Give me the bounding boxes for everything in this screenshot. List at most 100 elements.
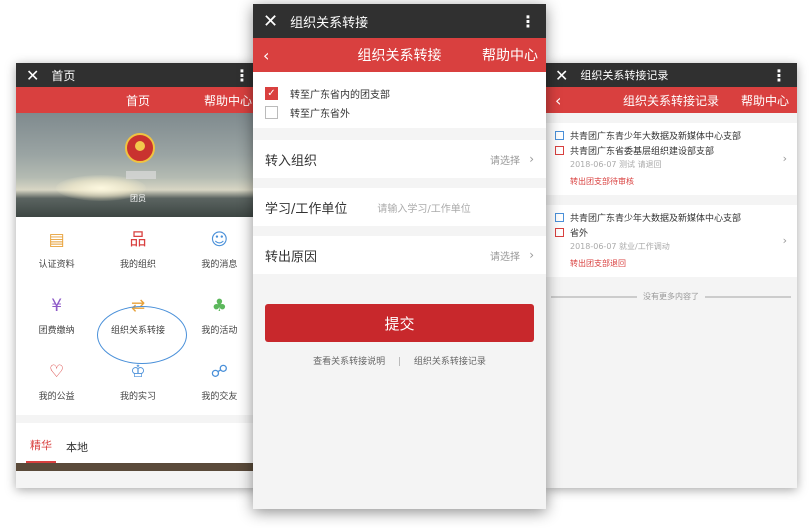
in-org-icon bbox=[555, 228, 564, 237]
youth-league-badge-icon bbox=[125, 133, 155, 163]
reason-select[interactable]: 转出原因 请选择 › bbox=[253, 236, 546, 274]
menu-item[interactable]: ¥ 团费缴纳 bbox=[16, 283, 97, 349]
more-icon[interactable]: ⋮ bbox=[771, 66, 787, 85]
field-label: 转出原因 bbox=[265, 249, 318, 265]
profile-banner: 团员 bbox=[16, 113, 260, 217]
window-titlebar: ✕ 组织关系转接 ⋮ bbox=[253, 4, 546, 38]
tab-local[interactable]: 本地 bbox=[62, 439, 92, 463]
nav-bar: 首页 帮助中心 bbox=[16, 87, 260, 113]
record-status: 转出团支部待审核 bbox=[570, 177, 634, 186]
chevron-right-icon: › bbox=[529, 152, 534, 166]
home-screen: ✕ 首页 ⋮ 首页 帮助中心 团员 ▤ 认证资料 品我的组织 ☺ 我的消息 ¥ 团费缴纳 ⇄ 组… bbox=[16, 63, 260, 488]
option-out-of-province[interactable]: 转至广东省外 bbox=[265, 103, 534, 122]
menu-item[interactable]: ♡ 我的公益 bbox=[16, 349, 97, 415]
graduate-icon: ♔ bbox=[130, 361, 146, 382]
record-status: 转出团支部退回 bbox=[570, 259, 626, 268]
menu-item-label: 我的公益 bbox=[38, 391, 75, 402]
from-org-line: 共青团广东青少年大数据及新媒体中心支部 bbox=[555, 129, 787, 142]
destination-options: ✓ 转至广东省内的团支部 转至广东省外 bbox=[253, 72, 546, 128]
member-role: 团员 bbox=[130, 194, 146, 203]
window-title: 首页 bbox=[51, 68, 76, 83]
footer-links: 查看关系转接说明 | 组织关系转接记录 bbox=[253, 354, 546, 367]
menu-item[interactable]: ⇄ 组织关系转接 bbox=[97, 283, 178, 349]
menu-item[interactable]: ♔ 我的实习 bbox=[97, 349, 178, 415]
close-icon[interactable]: ✕ bbox=[263, 11, 278, 32]
from-org: 共青团广东青少年大数据及新媒体中心支部 bbox=[570, 132, 742, 142]
org-chart-icon: 品 bbox=[129, 229, 147, 250]
to-org-line: 省外 bbox=[555, 226, 787, 239]
out-org-icon bbox=[555, 213, 564, 222]
menu-item[interactable]: 品我的组织 bbox=[97, 217, 178, 283]
menu-item[interactable]: ☺ 我的消息 bbox=[179, 217, 260, 283]
window-titlebar: ✕ 组织关系转接记录 ⋮ bbox=[545, 63, 797, 87]
close-icon[interactable]: ✕ bbox=[555, 66, 568, 85]
more-icon[interactable]: ⋮ bbox=[520, 12, 536, 31]
function-grid: ▤ 认证资料 品我的组织 ☺ 我的消息 ¥ 团费缴纳 ⇄ 组织关系转接 ♣ 我的活动 ♡ 我的公益 ♔ 我的… bbox=[16, 217, 260, 415]
no-more-content: 没有更多内容了 bbox=[545, 291, 797, 302]
window-title: 组织关系转接记录 bbox=[580, 69, 669, 82]
window-titlebar: ✕ 首页 ⋮ bbox=[16, 63, 260, 87]
heart-icon: ♡ bbox=[49, 361, 65, 382]
transfer-screen: ✕ 组织关系转接 ⋮ ‹ 组织关系转接 帮助中心 ✓ 转至广东省内的团支部 转至… bbox=[253, 4, 546, 509]
chevron-right-icon: › bbox=[782, 233, 787, 247]
divider-line bbox=[551, 295, 637, 298]
field-label: 转入组织 bbox=[265, 153, 318, 169]
friends-icon: ☍ bbox=[210, 361, 228, 382]
record-meta: 2018-06-07 就业/工作调动 bbox=[570, 242, 670, 251]
no-more-text: 没有更多内容了 bbox=[643, 292, 699, 301]
to-org: 共青团广东省委基层组织建设部支部 bbox=[570, 147, 715, 157]
transfer-records-link[interactable]: 组织关系转接记录 bbox=[414, 357, 486, 367]
transfer-instructions-link[interactable]: 查看关系转接说明 bbox=[313, 357, 385, 367]
nav-bar: ‹ 组织关系转接记录 帮助中心 bbox=[545, 87, 797, 113]
menu-item[interactable]: ♣ 我的活动 bbox=[179, 283, 260, 349]
option-in-province[interactable]: ✓ 转至广东省内的团支部 bbox=[265, 84, 534, 103]
field-label: 学习/工作单位 bbox=[265, 201, 348, 217]
work-unit-field[interactable]: 学习/工作单位 请输入学习/工作单位 bbox=[253, 188, 546, 226]
blurred-username bbox=[126, 171, 156, 179]
chevron-right-icon: › bbox=[529, 248, 534, 262]
submit-button[interactable]: 提交 bbox=[265, 304, 534, 342]
nav-bar: ‹ 组织关系转接 帮助中心 bbox=[253, 38, 546, 72]
link-separator: | bbox=[397, 357, 402, 367]
yuan-icon: ¥ bbox=[51, 295, 63, 316]
menu-item-label: 我的活动 bbox=[201, 325, 238, 336]
records-screen: ✕ 组织关系转接记录 ⋮ ‹ 组织关系转接记录 帮助中心 共青团广东青少年大数据… bbox=[545, 63, 797, 488]
target-org-select[interactable]: 转入组织 请选择 › bbox=[253, 140, 546, 178]
feed-image-strip bbox=[16, 463, 260, 471]
window-title: 组织关系转接 bbox=[290, 15, 369, 31]
menu-item-label: 组织关系转接 bbox=[110, 325, 165, 336]
menu-item-label: 我的消息 bbox=[201, 259, 238, 270]
record-item[interactable]: 共青团广东青少年大数据及新媒体中心支部 共青团广东省委基层组织建设部支部 201… bbox=[545, 123, 797, 195]
tree-icon: ♣ bbox=[211, 295, 227, 316]
tab-featured[interactable]: 精华 bbox=[26, 437, 56, 463]
menu-item[interactable]: ▤ 认证资料 bbox=[16, 217, 97, 283]
checkbox-checked-icon[interactable]: ✓ bbox=[265, 87, 278, 100]
record-meta: 2018-06-07 测试 请退回 bbox=[570, 160, 662, 169]
menu-item-label: 我的交友 bbox=[201, 391, 238, 402]
work-unit-input[interactable]: 请输入学习/工作单位 bbox=[377, 200, 470, 215]
to-org-line: 共青团广东省委基层组织建设部支部 bbox=[555, 144, 787, 157]
chevron-right-icon: › bbox=[782, 151, 787, 165]
more-icon[interactable]: ⋮ bbox=[234, 66, 250, 85]
menu-item[interactable]: ☍ 我的交友 bbox=[179, 349, 260, 415]
chat-icon: ☺ bbox=[210, 229, 229, 250]
menu-item-label: 我的实习 bbox=[119, 391, 156, 402]
option-label: 转至广东省内的团支部 bbox=[290, 90, 390, 101]
help-center-link[interactable]: 帮助中心 bbox=[741, 92, 789, 109]
menu-item-label: 团费缴纳 bbox=[38, 325, 75, 336]
to-org: 省外 bbox=[570, 229, 589, 239]
id-card-icon: ▤ bbox=[48, 229, 65, 250]
screenshot-stage: ✕ 首页 ⋮ 首页 帮助中心 团员 ▤ 认证资料 品我的组织 ☺ 我的消息 ¥ 团费缴纳 ⇄ 组… bbox=[0, 0, 812, 528]
in-org-icon bbox=[555, 146, 564, 155]
help-center-link[interactable]: 帮助中心 bbox=[482, 45, 538, 65]
record-item[interactable]: 共青团广东青少年大数据及新媒体中心支部 省外 2018-06-07 就业/工作调… bbox=[545, 205, 797, 277]
feed-tabs: 精华 本地 bbox=[16, 423, 260, 463]
menu-item-label: 我的组织 bbox=[119, 259, 156, 270]
divider-line bbox=[705, 295, 791, 298]
close-icon[interactable]: ✕ bbox=[26, 66, 39, 85]
menu-item-label: 认证资料 bbox=[38, 259, 75, 270]
select-placeholder: 请选择 bbox=[490, 251, 520, 263]
out-org-icon bbox=[555, 131, 564, 140]
checkbox-empty-icon[interactable] bbox=[265, 106, 278, 119]
help-center-link[interactable]: 帮助中心 bbox=[204, 92, 252, 109]
